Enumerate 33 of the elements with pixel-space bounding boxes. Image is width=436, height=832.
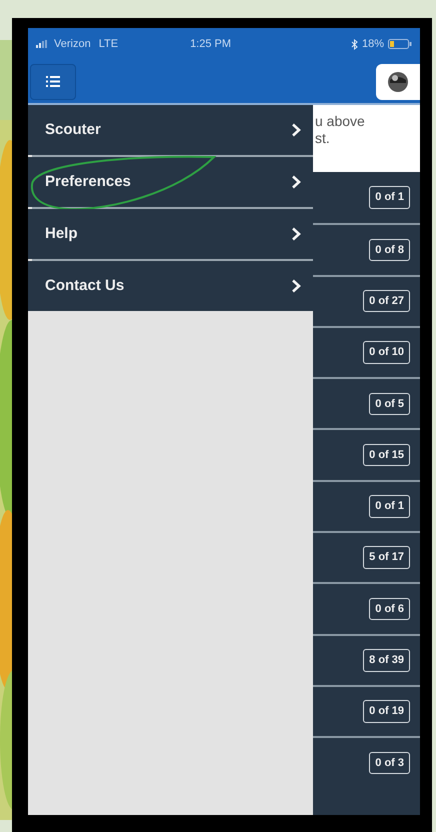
progress-badge: 0 of 15	[363, 444, 410, 466]
drawer-item[interactable]: Scouter	[28, 105, 313, 155]
note-text: u above	[315, 113, 366, 130]
chevron-right-icon	[291, 279, 301, 293]
menu-icon	[46, 76, 60, 87]
progress-badge: 0 of 19	[363, 700, 410, 723]
bluetooth-icon	[350, 38, 358, 50]
battery-percent: 18%	[362, 36, 384, 52]
drawer-item[interactable]: Preferences	[28, 157, 313, 207]
progress-badge: 0 of 1	[369, 186, 410, 209]
chevron-right-icon	[291, 227, 301, 241]
progress-badge: 5 of 17	[363, 546, 410, 569]
drawer-item[interactable]: Contact Us	[28, 261, 313, 311]
note-text: st.	[315, 130, 331, 147]
battery-icon	[388, 39, 412, 49]
progress-badge: 0 of 8	[369, 238, 410, 262]
progress-badge: 0 of 6	[369, 598, 410, 620]
network-type: LTE	[98, 36, 118, 52]
status-time: 1:25 PM	[190, 36, 232, 52]
progress-badge: 8 of 39	[363, 649, 410, 672]
chevron-right-icon	[291, 123, 301, 137]
progress-badge: 0 of 1	[369, 495, 410, 518]
avatar-icon	[387, 70, 409, 94]
progress-badge: 0 of 10	[363, 341, 410, 364]
progress-badge: 0 of 27	[363, 290, 410, 312]
avatar-button[interactable]	[376, 64, 420, 100]
drawer-item[interactable]: Help	[28, 209, 313, 259]
chevron-right-icon	[291, 175, 301, 189]
carrier-name: Verizon	[54, 36, 91, 52]
signal-icon	[36, 40, 50, 48]
progress-badge: 0 of 5	[369, 392, 410, 416]
progress-badge: 0 of 3	[369, 752, 410, 774]
menu-button[interactable]	[30, 64, 76, 100]
